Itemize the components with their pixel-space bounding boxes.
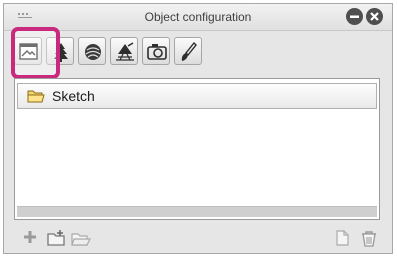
folder-icon: [27, 90, 45, 103]
title-bar[interactable]: Object configuration: [4, 4, 392, 31]
close-button[interactable]: [366, 8, 383, 25]
new-folder-icon[interactable]: [46, 229, 68, 247]
camera-icon: [147, 44, 167, 60]
open-folder-icon[interactable]: [70, 229, 92, 247]
horizontal-scrollbar[interactable]: [17, 206, 377, 217]
sphere-icon: [85, 44, 101, 60]
close-icon: [370, 12, 379, 21]
list-item-sketch[interactable]: Sketch: [17, 83, 377, 109]
delete-icon[interactable]: [360, 229, 378, 248]
new-page-icon[interactable]: [334, 229, 350, 247]
object-configuration-panel: Object configuration Sketch: [3, 3, 393, 254]
camera-button[interactable]: [142, 37, 170, 65]
object-type-toolbar: [12, 30, 384, 72]
object-list[interactable]: Sketch: [14, 78, 380, 220]
add-icon[interactable]: [22, 229, 38, 245]
perspective-object-icon: [116, 42, 134, 61]
bottom-toolbar: [12, 226, 384, 250]
brush-button[interactable]: [174, 37, 202, 65]
panel-title: Object configuration: [144, 10, 252, 24]
selected-tool-highlight: [11, 27, 60, 79]
brush-icon: [181, 41, 197, 61]
perspective-object-button[interactable]: [110, 37, 138, 65]
minimize-icon: [350, 15, 359, 18]
minimize-button[interactable]: [346, 8, 363, 25]
list-item-label: Sketch: [52, 88, 95, 104]
sphere-button[interactable]: [78, 37, 106, 65]
